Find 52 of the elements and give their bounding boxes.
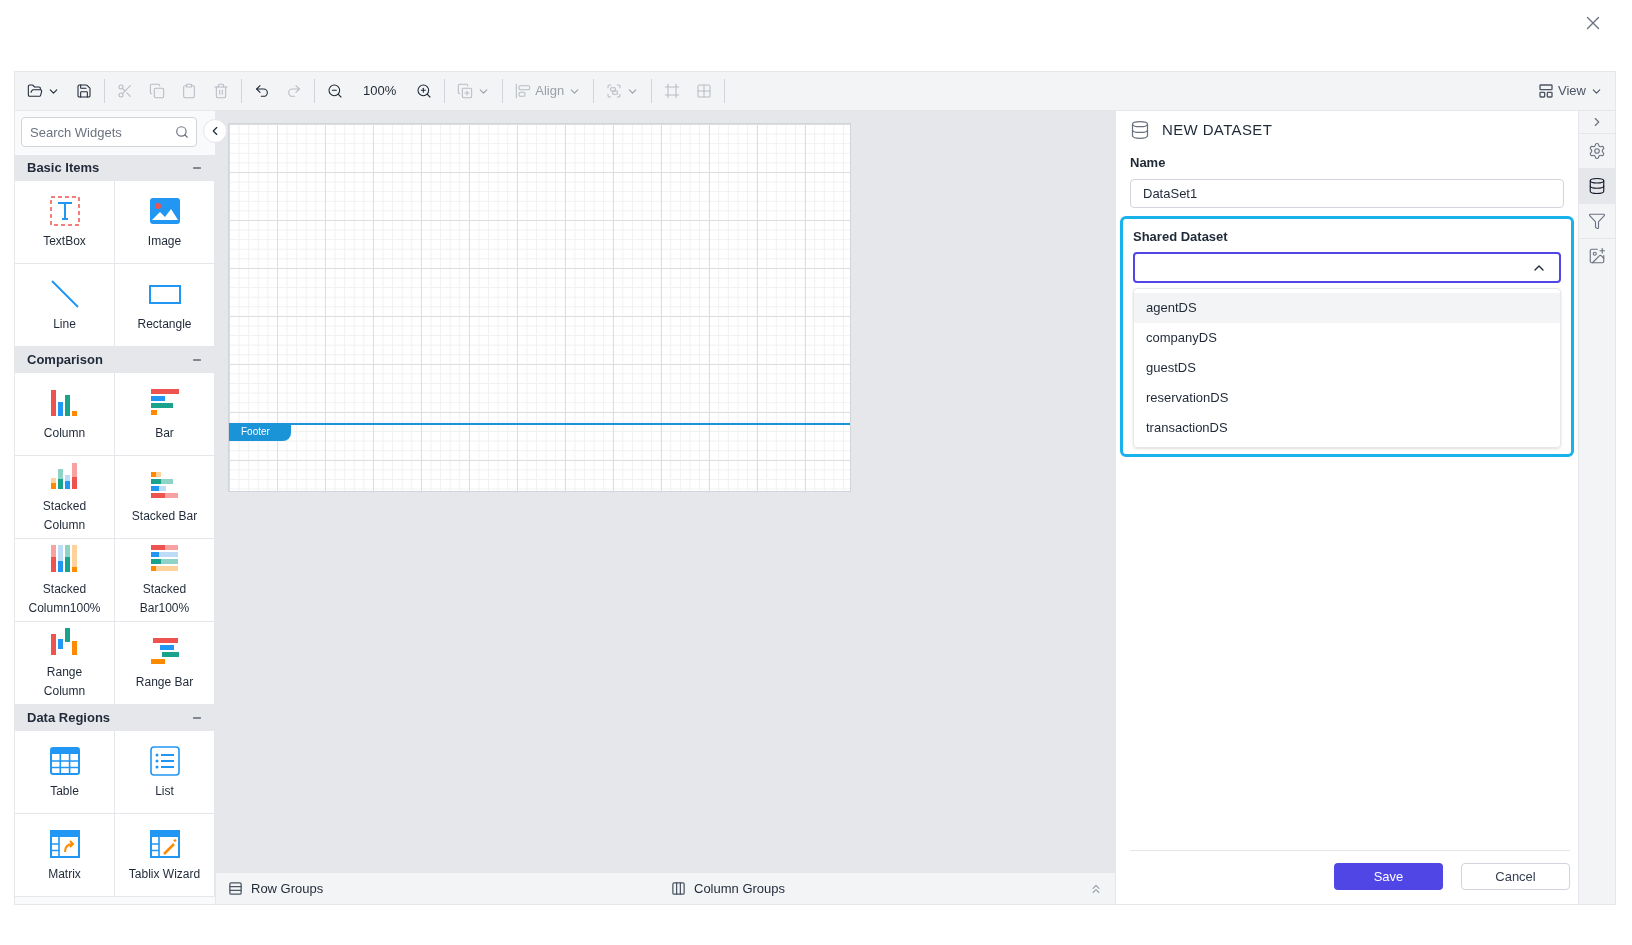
widget-tile[interactable]: Range Bar xyxy=(115,622,215,705)
group-header[interactable]: Comparison xyxy=(15,347,215,373)
field-label: Shared Dataset xyxy=(1133,227,1229,246)
widget-tile[interactable]: Column xyxy=(15,373,115,456)
group-header[interactable]: Basic Items xyxy=(15,155,215,181)
widget-tile[interactable]: Stacked Column xyxy=(15,456,115,539)
widget-tile[interactable]: Table xyxy=(15,731,115,814)
group-header[interactable]: Data Regions xyxy=(15,705,215,731)
widget-tile[interactable]: TextBox xyxy=(15,181,115,264)
widget-tile[interactable]: List xyxy=(115,731,215,814)
widget-tile[interactable]: Stacked Column100% xyxy=(15,539,115,622)
database-icon xyxy=(1588,177,1606,195)
name-field[interactable]: DataSet1 xyxy=(1130,178,1564,208)
widget-tile[interactable]: Stacked Bar100% xyxy=(115,539,215,622)
group-title: Data Regions xyxy=(27,709,111,728)
database-icon xyxy=(1130,120,1150,140)
field-label: Name xyxy=(1130,154,1167,172)
side-tab[interactable] xyxy=(1579,168,1615,203)
dropdown-option[interactable]: transactionDS xyxy=(1134,413,1560,443)
cancel-button[interactable]: Cancel xyxy=(1461,863,1570,890)
widget-tile[interactable]: Stacked Bar xyxy=(115,456,215,539)
widget-tile[interactable]: Tablix Wizard xyxy=(115,814,215,897)
textbox-icon xyxy=(47,193,82,228)
zoom-level[interactable]: 100% xyxy=(351,81,409,101)
collapse-button[interactable] xyxy=(203,119,227,143)
image-settings-icon xyxy=(1588,247,1606,265)
widget-tile[interactable]: Image xyxy=(115,181,215,264)
filter-icon xyxy=(1588,212,1606,230)
dropdown-option[interactable]: reservationDS xyxy=(1134,383,1560,413)
group-title: Basic Items xyxy=(27,159,100,178)
view-menu[interactable]: View xyxy=(1530,81,1611,101)
dropdown-option[interactable]: guestDS xyxy=(1134,353,1560,383)
panel-title: NEW DATASET xyxy=(1162,119,1273,140)
rows-icon xyxy=(228,881,243,896)
group-title: Comparison xyxy=(27,351,103,370)
widget-tile[interactable]: Matrix xyxy=(15,814,115,897)
column-groups-label[interactable]: Column Groups xyxy=(694,878,1089,899)
list-icon xyxy=(147,743,182,778)
columns-icon xyxy=(671,881,686,896)
widget-tile[interactable]: Rectangle xyxy=(115,264,215,347)
widget-tile[interactable]: Bar xyxy=(115,373,215,456)
layout-icon xyxy=(1538,83,1555,99)
widget-tile[interactable]: Range Column xyxy=(15,622,115,705)
save-button[interactable]: Save xyxy=(1334,863,1443,890)
dropdown-option[interactable]: companyDS xyxy=(1134,323,1560,353)
search-field[interactable]: Search Widgets xyxy=(21,117,197,147)
dropdown-option[interactable]: agentDS xyxy=(1134,293,1560,323)
dataset-select[interactable] xyxy=(1133,252,1561,283)
row-groups-label[interactable]: Row Groups xyxy=(251,878,671,899)
search-icon xyxy=(175,125,189,139)
settings-icon xyxy=(1588,142,1606,160)
widget-tile[interactable]: Line xyxy=(15,264,115,347)
